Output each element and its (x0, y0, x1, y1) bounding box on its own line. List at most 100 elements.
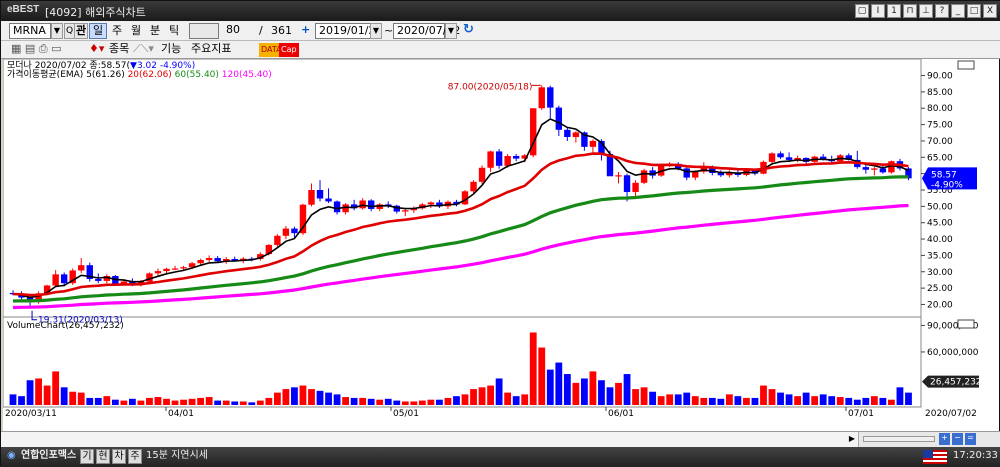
x-axis-label-4: 07/01 (848, 409, 874, 419)
window-control-3[interactable]: ⊓ (903, 4, 917, 18)
volume-bar (43, 385, 51, 405)
status-button-4[interactable]: 주 (128, 449, 142, 464)
period-select[interactable] (189, 23, 219, 39)
volume-panel-max-icon[interactable] (957, 319, 975, 329)
volume-bar (146, 397, 153, 405)
volume-bar (128, 398, 136, 405)
candle-body (683, 168, 690, 178)
price-panel[interactable] (2, 58, 922, 318)
volume-bar (734, 396, 742, 405)
price-tick-label-14: 20.00 (927, 300, 953, 310)
candle-body (879, 168, 887, 173)
window-control-5[interactable]: ? (935, 4, 949, 18)
period-tab-3[interactable]: 분 (146, 23, 164, 39)
count-input[interactable]: 80 (223, 23, 255, 39)
volume-bar (333, 394, 341, 405)
window-control-2[interactable]: 1 (887, 4, 901, 18)
period-tab-2[interactable]: 월 (127, 23, 145, 39)
volume-bar (563, 374, 571, 405)
high-annotation: 87.00(2020/05/18) (448, 82, 533, 92)
volume-bar (580, 378, 588, 405)
x-axis-label-5: 2020/07/02 (925, 409, 977, 419)
volume-bar (197, 397, 205, 405)
volume-bar (649, 391, 657, 405)
x-axis-label-3: 06/01 (608, 409, 634, 419)
chart-scroll-bar: ▶ + − = (1, 431, 1000, 447)
period-tab-4[interactable]: 틱 (165, 23, 183, 39)
date-to-dropdown-icon[interactable]: ▼ (445, 23, 457, 39)
delay-notice: 15분 지연시세 (146, 450, 208, 461)
volume-legend: VolumeChart(26,457,232) (7, 321, 124, 331)
volume-bar (845, 397, 853, 405)
zoom-in-icon[interactable]: + (939, 433, 950, 445)
window-control-8[interactable]: X (983, 4, 997, 18)
volume-bar (521, 394, 529, 405)
window-control-7[interactable]: □ (967, 4, 981, 18)
symbol-input[interactable]: MRNA (9, 23, 51, 39)
volume-bar (384, 398, 392, 405)
candle-body (367, 200, 375, 209)
candle-body (538, 87, 545, 109)
add-icon[interactable]: + (301, 23, 310, 37)
volume-bar (376, 399, 384, 405)
candle-body (487, 151, 494, 168)
period-tab-0[interactable]: 일 (89, 23, 107, 39)
status-button-2[interactable]: 현 (96, 449, 110, 464)
zoom-reset-icon[interactable]: = (965, 433, 976, 445)
refresh-icon[interactable]: ↻ (463, 23, 474, 37)
window-control-4[interactable]: ⊥ (919, 4, 933, 18)
volume-bar (743, 397, 750, 405)
symbol-info-button[interactable]: 관 (74, 23, 88, 39)
candle-body (60, 274, 68, 284)
candle-body (564, 129, 571, 138)
volume-bar (683, 392, 691, 405)
volume-bar (657, 396, 665, 405)
volume-bar (470, 389, 477, 405)
volume-bar (77, 392, 85, 405)
volume-bar (171, 400, 179, 405)
window-control-0[interactable]: ▢ (855, 4, 869, 18)
volume-bar (478, 387, 486, 405)
volume-bar (777, 392, 784, 405)
toolbar2-item-2[interactable]: 주요지표 (191, 42, 231, 56)
status-button-3[interactable]: 차 (112, 449, 126, 464)
candle-type-icon[interactable]: ♦▾ (89, 42, 104, 56)
volume-bar (256, 400, 264, 405)
volume-bar (154, 397, 162, 405)
scroll-right-icon[interactable]: ▶ (847, 434, 857, 445)
capture-icon[interactable]: Cap (279, 43, 299, 57)
candle-body (871, 168, 878, 170)
layout-icons[interactable]: ▦ ▤ ⎙ ▭ (11, 42, 61, 56)
chart-scrollbar-track[interactable] (1, 432, 859, 447)
drawing-tools-icon[interactable]: ⟋⟍▾ (133, 42, 154, 56)
window-control-6[interactable]: _ (951, 4, 965, 18)
volume-bar (461, 394, 469, 405)
price-chart-svg[interactable]: 90.0085.0080.0075.0070.0065.0060.0055.00… (2, 58, 999, 431)
news-source-label[interactable]: 연합인포맥스 (21, 449, 76, 464)
toolbar2-item-1[interactable]: 기능 (161, 42, 181, 56)
info-icon: ◉ (7, 450, 16, 461)
zoom-slider[interactable] (863, 436, 935, 442)
status-button-1[interactable]: 기 (80, 449, 94, 464)
candle-body (615, 175, 622, 177)
clock: 17:20:33 (953, 450, 998, 461)
date-from-dropdown-icon[interactable]: ▼ (370, 23, 382, 39)
date-from-input[interactable]: 2019/01/29 (315, 23, 382, 39)
toolbar2-item-0[interactable]: 종목 (109, 42, 129, 56)
zoom-out-icon[interactable]: − (952, 433, 963, 445)
symbol-dropdown-icon[interactable]: ▼ (51, 23, 63, 39)
volume-bar (862, 397, 870, 405)
period-tab-1[interactable]: 주 (108, 23, 126, 39)
volume-bar (137, 400, 145, 405)
date-to-input[interactable]: 2020/07/02 (393, 23, 460, 39)
candle-body (78, 265, 85, 271)
volume-bar (538, 347, 546, 405)
price-badge-value: 58.57 (931, 170, 957, 180)
price-tick-label-13: 25.00 (927, 284, 953, 294)
candle-body (402, 210, 409, 212)
chart-area[interactable]: 90.0085.0080.0075.0070.0065.0060.0055.00… (2, 58, 999, 431)
price-panel-max-icon[interactable] (957, 60, 975, 70)
window-control-1[interactable]: I (871, 4, 885, 18)
volume-bar (623, 374, 631, 405)
candle-body (333, 201, 341, 213)
